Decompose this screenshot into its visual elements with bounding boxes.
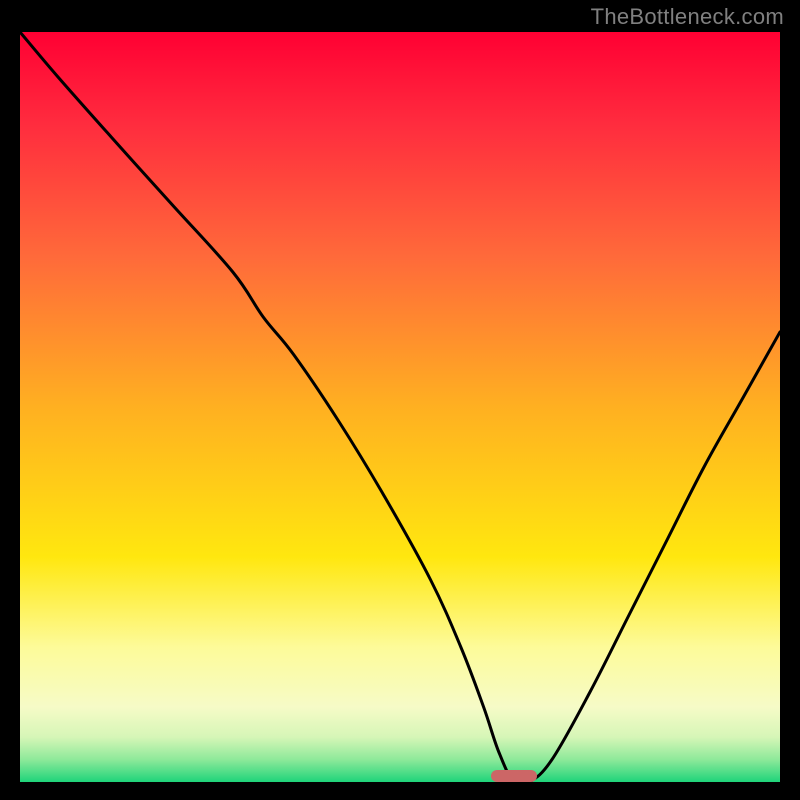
optimal-marker	[491, 770, 537, 782]
bottleneck-chart	[20, 32, 780, 782]
chart-frame: TheBottleneck.com	[0, 0, 800, 800]
plot-area	[20, 32, 780, 782]
watermark-text: TheBottleneck.com	[591, 4, 784, 30]
gradient-background	[20, 32, 780, 782]
